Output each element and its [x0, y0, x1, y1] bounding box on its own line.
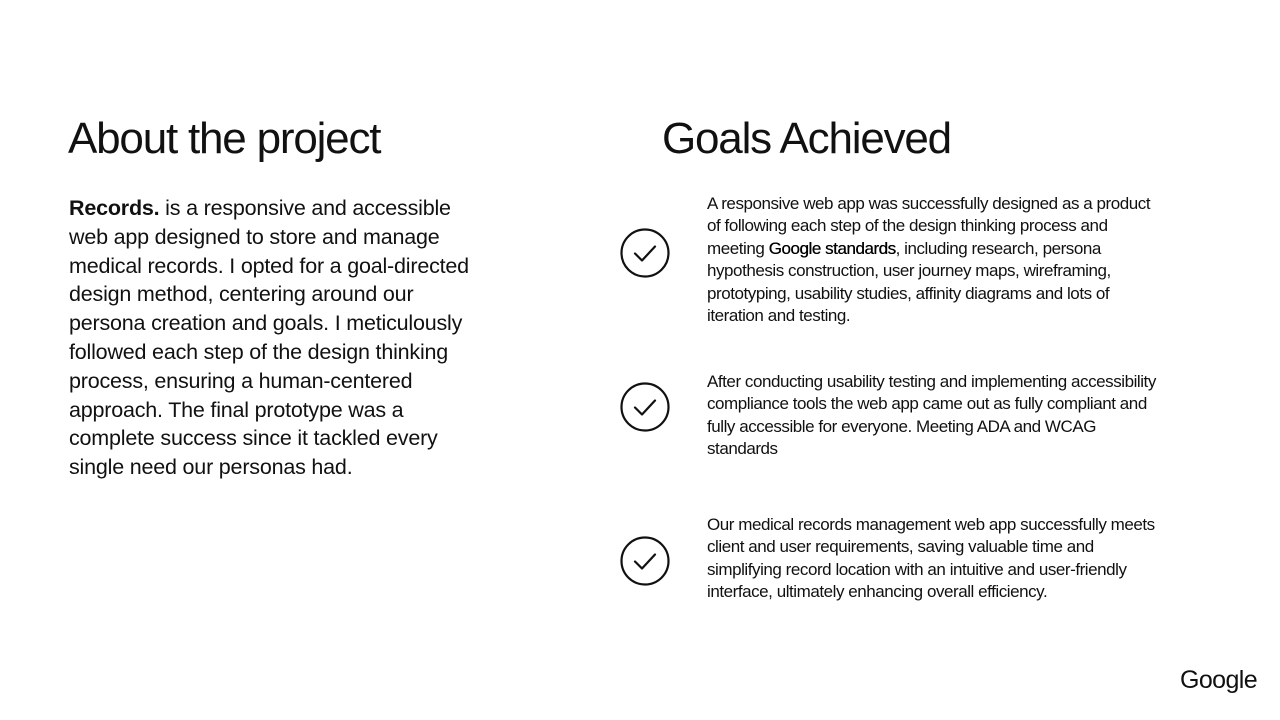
check-circle-icon — [620, 382, 670, 432]
about-title: About the project — [68, 114, 381, 163]
check-circle-icon — [620, 536, 670, 586]
about-body: is a responsive and accessible web app d… — [69, 196, 469, 480]
goal-text: A responsive web app was successfully de… — [707, 194, 1151, 326]
project-name: Records. — [69, 196, 160, 220]
check-circle-icon — [620, 228, 670, 278]
about-description: Records. is a responsive and accessible … — [69, 194, 479, 482]
goal-text: After conducting usability testing and i… — [707, 372, 1156, 459]
goal-text: Our medical records management web app s… — [707, 515, 1155, 602]
goal-emphasis: Google standards — [768, 238, 896, 258]
goals-title: Goals Achieved — [662, 114, 952, 163]
google-logo: Google — [1179, 666, 1258, 694]
